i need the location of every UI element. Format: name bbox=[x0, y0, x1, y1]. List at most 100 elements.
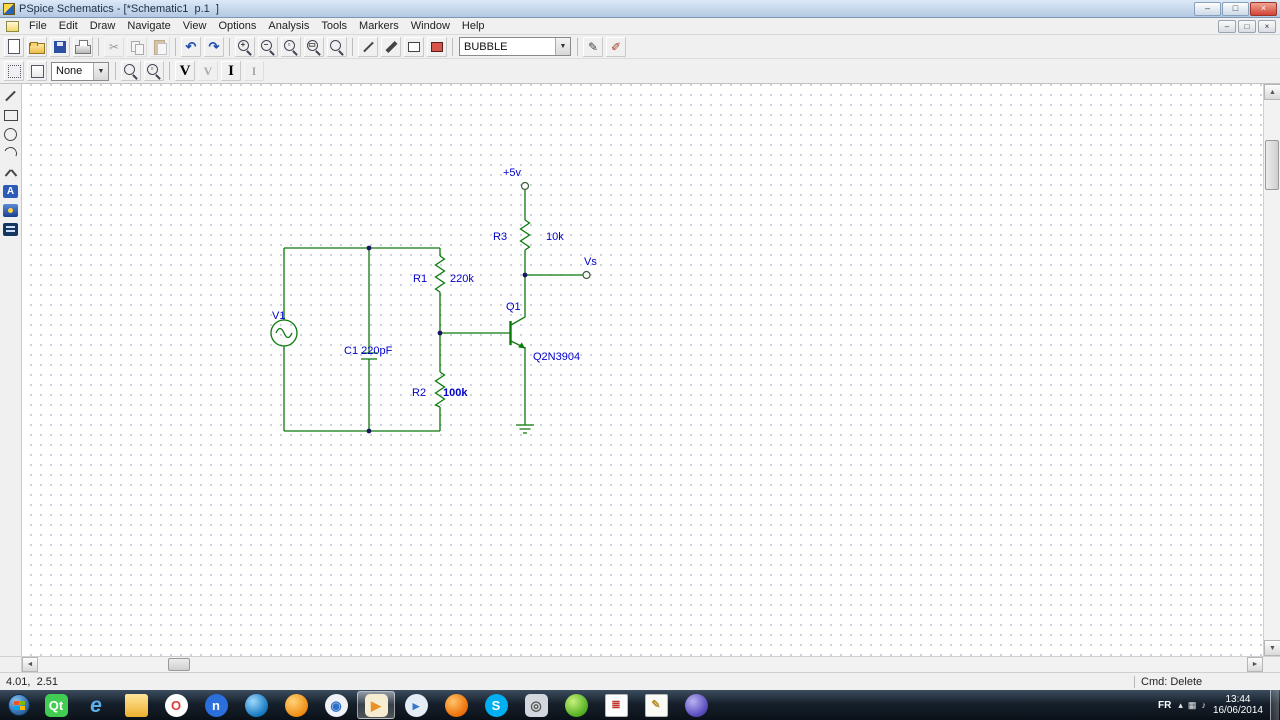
label-c1-220pf[interactable]: C1 220pF bbox=[344, 345, 393, 357]
draw-rect-tool[interactable] bbox=[1, 106, 21, 124]
taskbar-globe-app[interactable] bbox=[237, 691, 275, 719]
label-100k[interactable]: 100k bbox=[443, 387, 468, 399]
label-220k[interactable]: 220k bbox=[450, 273, 474, 285]
minimize-button[interactable]: – bbox=[1194, 1, 1221, 16]
scroll-right-button[interactable]: ► bbox=[1247, 657, 1263, 672]
label-10k[interactable]: 10k bbox=[546, 231, 564, 243]
voltage-diff-marker-button[interactable]: V bbox=[197, 60, 219, 82]
resistor-r1[interactable] bbox=[434, 255, 446, 293]
label--5v[interactable]: +5v bbox=[503, 167, 522, 179]
mdi-restore-button[interactable]: □ bbox=[1238, 19, 1256, 33]
label-q2n3904[interactable]: Q2N3904 bbox=[533, 351, 580, 363]
taskbar-pspice-app[interactable]: ▶ bbox=[357, 691, 395, 719]
voltage-marker-button[interactable]: V bbox=[174, 60, 196, 82]
wire-segments[interactable] bbox=[283, 189, 583, 432]
cut-button[interactable]: ✂ bbox=[103, 35, 125, 58]
menu-markers[interactable]: Markers bbox=[353, 19, 405, 33]
edit-symbol-button[interactable]: ✐ bbox=[605, 35, 627, 58]
taskbar-camera-app[interactable]: ◎ bbox=[517, 691, 555, 719]
draw-bus-button[interactable] bbox=[380, 35, 402, 58]
vertical-scrollbar[interactable]: ▲ ▼ bbox=[1263, 84, 1280, 656]
label-vs[interactable]: Vs bbox=[584, 256, 597, 268]
clock[interactable]: 13:44 16/06/2014 bbox=[1213, 694, 1263, 716]
menu-navigate[interactable]: Navigate bbox=[121, 19, 176, 33]
open-file-button[interactable] bbox=[26, 35, 48, 58]
vertical-scroll-thumb[interactable] bbox=[1265, 140, 1279, 190]
horizontal-scrollbar[interactable]: ◄ ► bbox=[22, 656, 1263, 672]
menu-edit[interactable]: Edit bbox=[53, 19, 84, 33]
scroll-up-button[interactable]: ▲ bbox=[1264, 84, 1280, 100]
copy-button[interactable] bbox=[126, 35, 148, 58]
draw-wire-button[interactable] bbox=[357, 35, 379, 58]
chevron-down-icon[interactable]: ▼ bbox=[93, 62, 108, 80]
undo-button[interactable]: ↶ bbox=[180, 35, 202, 58]
taskbar-green-app[interactable] bbox=[557, 691, 595, 719]
paste-button[interactable] bbox=[149, 35, 171, 58]
menu-draw[interactable]: Draw bbox=[84, 19, 122, 33]
library-tool[interactable] bbox=[1, 220, 21, 238]
zoom-total-button[interactable] bbox=[326, 35, 348, 58]
show-desktop-button[interactable] bbox=[1270, 690, 1279, 720]
draw-line-tool[interactable] bbox=[1, 87, 21, 105]
taskbar-blue-n-app[interactable]: n bbox=[197, 691, 235, 719]
save-file-button[interactable] bbox=[49, 35, 71, 58]
taskbar-skype[interactable]: S bbox=[477, 691, 515, 719]
label-v1[interactable]: V1 bbox=[272, 310, 285, 322]
menu-tools[interactable]: Tools bbox=[315, 19, 353, 33]
taskbar-orange-app[interactable] bbox=[277, 691, 315, 719]
taskbar-eye-app[interactable]: ◉ bbox=[317, 691, 355, 719]
mdi-minimize-button[interactable]: – bbox=[1218, 19, 1236, 33]
menu-view[interactable]: View bbox=[177, 19, 213, 33]
maximize-button[interactable]: □ bbox=[1222, 1, 1249, 16]
scroll-down-button[interactable]: ▼ bbox=[1264, 640, 1280, 656]
zoom-in-button[interactable]: + bbox=[234, 35, 256, 58]
zoom-out-button[interactable]: − bbox=[257, 35, 279, 58]
vertical-scroll-track[interactable] bbox=[1264, 100, 1280, 640]
menu-analysis[interactable]: Analysis bbox=[262, 19, 315, 33]
get-new-part-button[interactable] bbox=[426, 35, 448, 58]
label-r3[interactable]: R3 bbox=[493, 231, 507, 243]
language-indicator[interactable]: FR bbox=[1158, 700, 1171, 711]
draw-arc-tool[interactable] bbox=[1, 144, 21, 162]
search-parts-button[interactable] bbox=[120, 60, 142, 82]
redraw-screen-button[interactable] bbox=[3, 60, 25, 82]
new-file-button[interactable] bbox=[3, 35, 25, 58]
output-bubble-vs[interactable] bbox=[582, 270, 591, 280]
autonaming-combo[interactable]: None ▼ bbox=[51, 61, 109, 81]
zoom-fit-button[interactable]: ▭ bbox=[303, 35, 325, 58]
schematic-canvas[interactable]: +5v R3 10k Vs Q1 Q2N3904 R1 220k C1 220pF R2 100k V… bbox=[22, 84, 1263, 656]
print-button[interactable] bbox=[72, 35, 94, 58]
text-tool[interactable]: A bbox=[1, 182, 21, 200]
menu-help[interactable]: Help bbox=[456, 19, 491, 33]
scroll-left-button[interactable]: ◄ bbox=[22, 657, 38, 672]
network-icon[interactable]: ▦ bbox=[1188, 700, 1197, 711]
draw-polyline-tool[interactable] bbox=[1, 163, 21, 181]
resistor-r3[interactable] bbox=[519, 219, 531, 251]
zoom-selection-button[interactable]: ▫ bbox=[143, 60, 165, 82]
taskbar-media-app[interactable]: ▸ bbox=[397, 691, 435, 719]
power-bubble-5v[interactable] bbox=[520, 181, 530, 191]
taskbar-internet-explorer[interactable]: e bbox=[77, 691, 115, 719]
menu-options[interactable]: Options bbox=[212, 19, 262, 33]
part-name-combo[interactable]: BUBBLE ▼ bbox=[459, 37, 571, 56]
menu-file[interactable]: File bbox=[23, 19, 53, 33]
source-v1[interactable] bbox=[270, 319, 298, 347]
hidden-icons-button[interactable]: ▴ bbox=[1178, 700, 1183, 711]
horizontal-scroll-track[interactable] bbox=[38, 657, 1247, 672]
insert-symbol-tool[interactable] bbox=[1, 201, 21, 219]
draw-circle-tool[interactable] bbox=[1, 125, 21, 143]
current-marker-button[interactable]: I bbox=[220, 60, 242, 82]
taskbar-purple-app[interactable] bbox=[677, 691, 715, 719]
mdi-close-button[interactable]: × bbox=[1258, 19, 1276, 33]
taskbar-qt[interactable]: Qt bbox=[37, 691, 75, 719]
volume-icon[interactable]: ♪ bbox=[1201, 700, 1206, 711]
taskbar-file-explorer[interactable] bbox=[117, 691, 155, 719]
edit-attributes-button[interactable]: ✎ bbox=[582, 35, 604, 58]
draw-block-button[interactable] bbox=[403, 35, 425, 58]
label-r1[interactable]: R1 bbox=[413, 273, 427, 285]
ground-symbol[interactable] bbox=[516, 424, 534, 434]
redo-button[interactable]: ↷ bbox=[203, 35, 225, 58]
taskbar-firefox[interactable] bbox=[437, 691, 475, 719]
transistor-q1[interactable] bbox=[509, 310, 526, 349]
label-q1[interactable]: Q1 bbox=[506, 301, 521, 313]
